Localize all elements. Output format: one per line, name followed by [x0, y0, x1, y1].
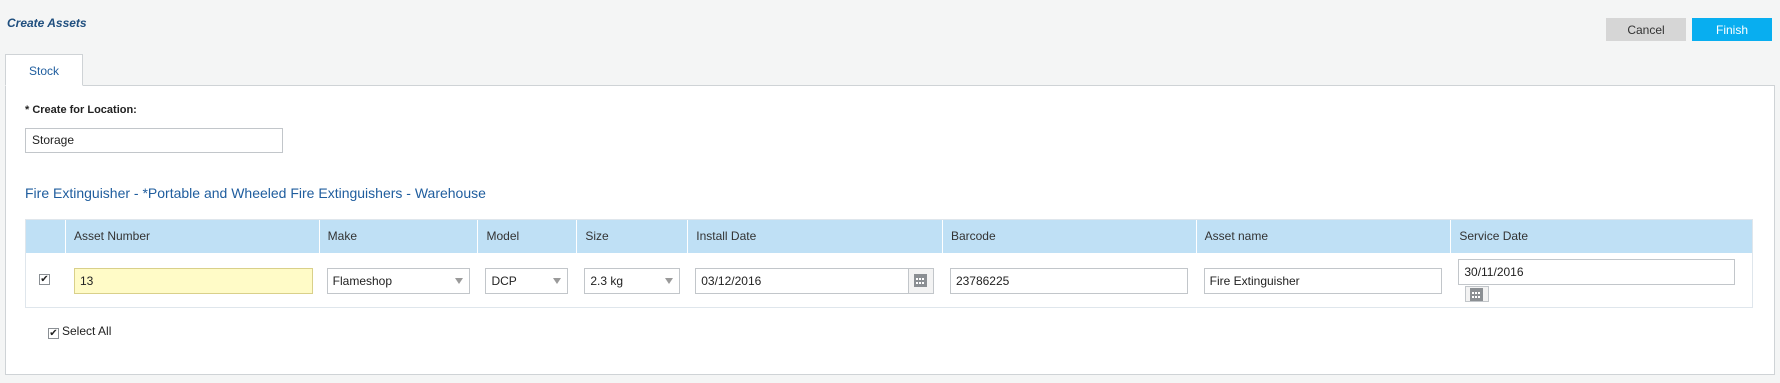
size-value: 2.3 kg	[590, 274, 624, 288]
grid-header: Asset Number Make Model Size Install Dat…	[26, 220, 1752, 253]
make-value: Flameshop	[332, 274, 393, 288]
location-label: * Create for Location:	[25, 104, 137, 116]
section-title: Fire Extinguisher - *Portable and Wheele…	[25, 185, 486, 201]
page-title: Create Assets	[7, 16, 87, 30]
row-checkbox[interactable]: ✔	[39, 274, 50, 285]
header-asset-number[interactable]: Asset Number	[64, 220, 319, 253]
tab-stock[interactable]: Stock	[5, 54, 83, 86]
asset-name-input[interactable]: Fire Extinguisher	[1203, 268, 1442, 294]
select-all[interactable]: ✔ Select All	[48, 324, 111, 339]
chevron-down-icon	[553, 278, 562, 284]
select-all-checkbox[interactable]: ✔	[48, 328, 59, 339]
header-make[interactable]: Make	[318, 220, 478, 253]
check-icon: ✔	[40, 274, 49, 285]
header-install-date[interactable]: Install Date	[687, 220, 942, 253]
model-select[interactable]: DCP	[485, 268, 569, 294]
chevron-down-icon	[665, 278, 674, 284]
asset-number-input[interactable]: 13	[73, 268, 313, 294]
size-select[interactable]: 2.3 kg	[584, 268, 681, 294]
chevron-down-icon	[454, 278, 463, 284]
model-value: DCP	[491, 274, 517, 288]
make-select[interactable]: Flameshop	[326, 268, 470, 294]
header-model[interactable]: Model	[477, 220, 576, 253]
service-date-input[interactable]: 30/11/2016	[1458, 259, 1736, 285]
finish-button[interactable]: Finish	[1692, 18, 1772, 41]
check-icon: ✔	[49, 328, 58, 339]
header-size[interactable]: Size	[576, 220, 687, 253]
install-date-value: 03/12/2016	[701, 274, 762, 288]
select-all-label: Select All	[62, 324, 112, 338]
header-service-date[interactable]: Service Date	[1450, 220, 1752, 253]
table-row: ✔ 13 Flameshop DCP 2.3 kg 03/12/2016 237…	[26, 253, 1752, 307]
calendar-icon	[914, 274, 928, 287]
location-input[interactable]: Storage	[25, 128, 283, 153]
cancel-button[interactable]: Cancel	[1606, 18, 1686, 41]
install-date-input[interactable]: 03/12/2016	[695, 268, 935, 294]
install-date-calendar-button[interactable]	[908, 269, 934, 293]
header-barcode[interactable]: Barcode	[941, 220, 1196, 253]
calendar-icon	[1470, 288, 1483, 301]
header-select	[26, 220, 65, 253]
service-date-calendar-button[interactable]	[1465, 286, 1489, 302]
assets-grid: Asset Number Make Model Size Install Dat…	[25, 219, 1753, 308]
header-asset-name[interactable]: Asset name	[1195, 220, 1451, 253]
barcode-input[interactable]: 23786225	[949, 268, 1188, 294]
